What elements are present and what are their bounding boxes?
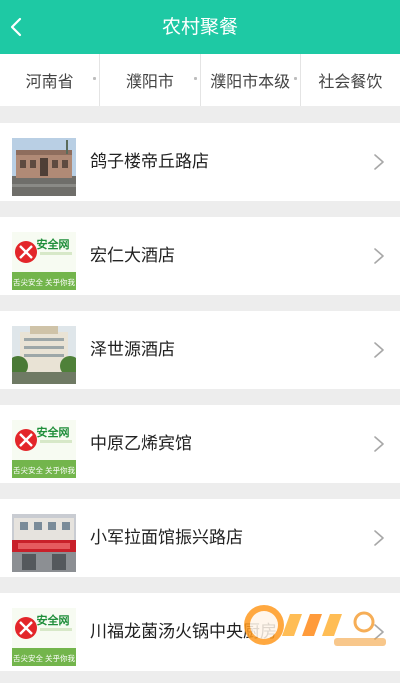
food-safety-logo: 安全网 舌尖安全 关乎你我 (12, 608, 76, 666)
logo-left-text: 舌尖安全 (13, 653, 43, 663)
dropdown-indicator-icon (193, 77, 197, 80)
list-item[interactable]: 小军拉面馆振兴路店 (0, 499, 400, 577)
site-watermark-logo (244, 605, 386, 646)
noodle-shop-photo (12, 514, 76, 572)
dropdown-indicator-icon (93, 77, 97, 80)
filter-district[interactable]: 濮阳市本级 (201, 54, 301, 106)
dropdown-indicator-icon (293, 77, 297, 80)
logo-main-text: 安全网 (37, 425, 70, 439)
chevron-right-icon (374, 436, 384, 452)
list-item[interactable]: 泽世源酒店 (0, 311, 400, 389)
hotel-photo (12, 326, 76, 384)
app-header: 农村聚餐 (0, 0, 400, 54)
restaurant-name: 宏仁大酒店 (90, 246, 175, 266)
chevron-right-icon (374, 248, 384, 264)
list-item[interactable]: 安全网 舌尖安全 关乎你我 中原乙烯宾馆 (0, 405, 400, 483)
chevron-right-icon (374, 342, 384, 358)
page-title: 农村聚餐 (161, 16, 238, 38)
logo-main-text: 安全网 (37, 237, 70, 251)
building-photo (12, 138, 76, 196)
filter-province-label: 河南省 (25, 72, 74, 91)
filter-district-label: 濮阳市本级 (210, 72, 291, 91)
restaurant-name: 鸽子楼帝丘路店 (90, 152, 209, 172)
chevron-right-icon (374, 530, 384, 546)
restaurant-name: 中原乙烯宾馆 (90, 434, 192, 454)
restaurant-name: 泽世源酒店 (90, 340, 175, 360)
list-item[interactable]: 安全网 舌尖安全 关乎你我 宏仁大酒店 (0, 217, 400, 295)
filter-province[interactable]: 河南省 (0, 54, 101, 106)
logo-right-text: 关乎你我 (45, 653, 75, 663)
filter-category[interactable]: 社会餐饮 (301, 54, 400, 106)
food-safety-logo: 安全网 舌尖安全 关乎你我 (12, 420, 76, 478)
filter-category-label: 社会餐饮 (318, 72, 383, 91)
filter-city[interactable]: 濮阳市 (100, 54, 201, 106)
restaurant-name: 小军拉面馆振兴路店 (90, 528, 243, 548)
filter-city-label: 濮阳市 (125, 72, 174, 91)
list-item[interactable]: 鸽子楼帝丘路店 (0, 123, 400, 201)
logo-left-text: 舌尖安全 (13, 277, 43, 287)
logo-left-text: 舌尖安全 (13, 465, 43, 475)
filter-bar: 河南省 濮阳市 濮阳市本级 社会餐饮 (0, 54, 400, 106)
food-safety-logo: 安全网 舌尖安全 关乎你我 (12, 232, 76, 290)
logo-right-text: 关乎你我 (45, 277, 75, 287)
logo-right-text: 关乎你我 (45, 465, 75, 475)
logo-main-text: 安全网 (37, 613, 70, 627)
chevron-right-icon (374, 154, 384, 170)
